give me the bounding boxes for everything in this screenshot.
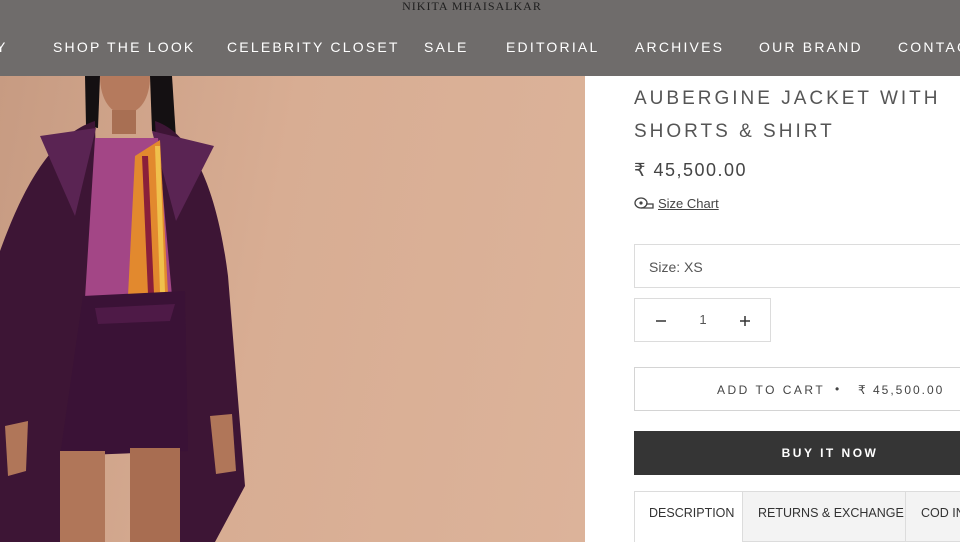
product-image[interactable] — [0, 76, 585, 542]
tab-description-label: DESCRIPTION — [649, 506, 735, 520]
tab-returns-exchange[interactable]: RETURNS & EXCHANGE — [742, 491, 906, 542]
quantity-value[interactable]: 1 — [691, 312, 715, 327]
add-to-cart-label: ADD TO CART — [717, 383, 826, 397]
size-selector[interactable]: Size: XS — [634, 244, 960, 288]
product-price: ₹ 45,500.00 — [634, 160, 748, 180]
quantity-stepper: 1 — [634, 298, 771, 342]
size-selector-value: Size: XS — [649, 259, 703, 275]
nav-item-shop-the-look[interactable]: SHOP THE LOOK — [53, 39, 195, 55]
add-to-cart-button[interactable]: ADD TO CART • ₹ 45,500.00 — [634, 367, 960, 411]
tab-cod[interactable]: COD IN — [905, 491, 960, 542]
plus-icon[interactable] — [735, 311, 755, 331]
add-to-cart-separator: • — [835, 382, 840, 396]
nav-item-contact[interactable]: CONTAC — [898, 39, 960, 55]
add-to-cart-price: ₹ 45,500.00 — [858, 383, 945, 397]
nav-item-our-brand[interactable]: OUR BRAND — [759, 39, 863, 55]
size-chart-link[interactable]: Size Chart — [634, 194, 719, 212]
minus-icon[interactable] — [651, 311, 671, 331]
brand-logo[interactable]: NIKITA MHAISALKAR — [0, 0, 944, 13]
tab-description[interactable]: DESCRIPTION — [634, 491, 743, 542]
tab-cod-label: COD IN — [921, 506, 960, 520]
buy-it-now-label: BUY IT NOW — [781, 446, 879, 460]
tape-measure-icon — [634, 197, 654, 209]
site-header: NIKITA MHAISALKAR Y SHOP THE LOOK CELEBR… — [0, 0, 960, 76]
tab-returns-exchange-label: RETURNS & EXCHANGE — [758, 506, 904, 520]
size-chart-label[interactable]: Size Chart — [658, 196, 719, 211]
nav-item-archives[interactable]: ARCHIVES — [635, 39, 724, 55]
product-title: AUBERGINE JACKET WITH SHORTS & SHIRT — [634, 82, 960, 148]
nav-item-sale[interactable]: SALE — [424, 39, 469, 55]
nav-item-partial-left[interactable]: Y — [0, 39, 8, 55]
nav-item-celebrity-closet[interactable]: CELEBRITY CLOSET — [227, 39, 400, 55]
model-illustration — [0, 76, 245, 542]
product-title-line2: SHORTS & SHIRT — [634, 121, 835, 142]
nav-item-editorial[interactable]: EDITORIAL — [506, 39, 599, 55]
product-title-line1: AUBERGINE JACKET WITH — [634, 88, 941, 109]
buy-it-now-button[interactable]: BUY IT NOW — [634, 431, 960, 475]
